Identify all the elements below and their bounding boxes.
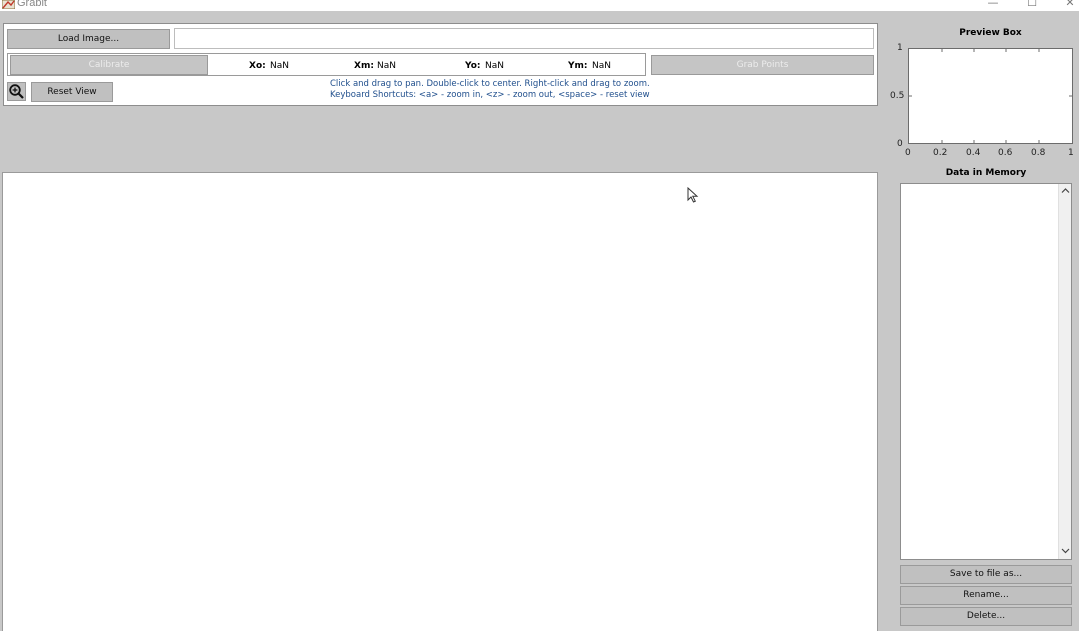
window-title: Grabit xyxy=(17,0,47,9)
preview-title: Preview Box xyxy=(959,28,1022,38)
yo-label: Yo: xyxy=(465,61,481,71)
xo-value: NaN xyxy=(270,61,289,71)
scroll-down-icon xyxy=(1061,548,1070,554)
memory-scrollbar[interactable] xyxy=(1058,184,1071,559)
preview-x-tick: 0.4 xyxy=(966,148,981,158)
preview-x-tick: 0.8 xyxy=(1031,148,1046,158)
grabit-app-icon xyxy=(1,0,16,10)
save-to-file-button[interactable]: Save to file as... xyxy=(900,565,1072,584)
preview-y-tick: 0.5 xyxy=(890,91,905,101)
preview-x-tick: 0.6 xyxy=(998,148,1013,158)
preview-x-tick: 0.2 xyxy=(933,148,948,158)
scroll-up-icon xyxy=(1061,188,1070,193)
hint-text-line1: Click and drag to pan. Double-click to c… xyxy=(330,79,650,89)
filename-field[interactable] xyxy=(174,28,874,49)
preview-y-tick: 0 xyxy=(897,139,903,149)
data-in-memory-list[interactable] xyxy=(900,183,1072,560)
ym-label: Ym: xyxy=(568,61,588,71)
zoom-button[interactable] xyxy=(7,82,26,101)
xo-label: Xo: xyxy=(249,61,266,71)
preview-x-tick: 1 xyxy=(1068,148,1074,158)
maximize-button[interactable]: ☐ xyxy=(1024,0,1040,10)
reset-view-button[interactable]: Reset View xyxy=(31,82,113,102)
load-image-button[interactable]: Load Image... xyxy=(7,29,170,49)
minimize-button[interactable]: — xyxy=(985,0,1001,10)
calibrate-button[interactable]: Calibrate xyxy=(10,55,208,75)
xm-value: NaN xyxy=(377,61,396,71)
ym-value: NaN xyxy=(592,61,611,71)
preview-plot xyxy=(908,48,1073,144)
rename-button[interactable]: Rename... xyxy=(900,586,1072,605)
hint-text-line2: Keyboard Shortcuts: <a> - zoom in, <z> -… xyxy=(330,90,650,100)
title-bar xyxy=(0,0,1079,11)
image-canvas[interactable] xyxy=(2,172,878,631)
delete-button[interactable]: Delete... xyxy=(900,607,1072,626)
preview-x-tick: 0 xyxy=(905,148,911,158)
data-in-memory-title: Data in Memory xyxy=(945,168,1027,178)
grab-points-button[interactable]: Grab Points xyxy=(651,55,874,75)
preview-y-tick: 1 xyxy=(897,43,903,53)
close-button[interactable]: ✕ xyxy=(1062,0,1078,10)
yo-value: NaN xyxy=(485,61,504,71)
xm-label: Xm: xyxy=(354,61,374,71)
mouse-pointer-icon xyxy=(687,186,699,203)
zoom-in-icon xyxy=(9,84,24,99)
